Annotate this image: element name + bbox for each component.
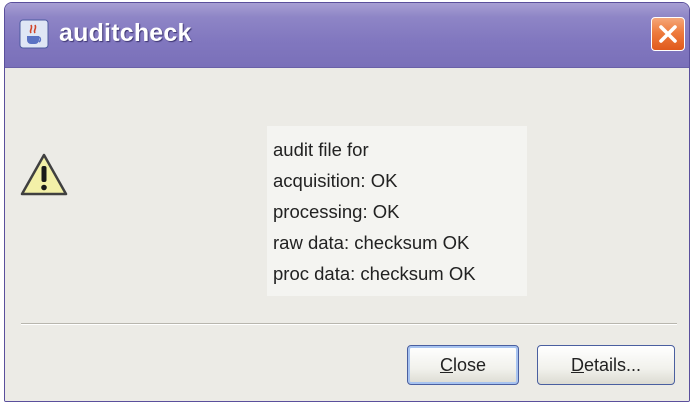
message-line: acquisition: OK	[273, 170, 398, 191]
close-label-rest: lose	[452, 355, 487, 375]
message-line: audit file for	[273, 139, 369, 160]
message-text: audit file for acquisition: OK processin…	[267, 126, 527, 296]
dialog-window: auditcheck audit file for acquisition: O…	[4, 2, 690, 402]
title-bar[interactable]: auditcheck	[5, 3, 689, 68]
warning-triangle-icon	[20, 153, 68, 196]
message-line: raw data: checksum OK	[273, 232, 470, 253]
details-button[interactable]: Details...	[537, 345, 675, 385]
window-title: auditcheck	[59, 19, 192, 47]
message-line: proc data: checksum OK	[273, 263, 476, 284]
details-mnemonic: D	[570, 355, 584, 375]
details-label-rest: etails...	[583, 355, 642, 375]
separator	[21, 323, 677, 325]
close-button[interactable]: Close	[407, 345, 519, 385]
java-cup-icon	[19, 19, 49, 49]
button-bar: Close Details...	[5, 326, 689, 401]
message-line: processing: OK	[273, 201, 400, 222]
dialog-content: audit file for acquisition: OK processin…	[5, 68, 689, 328]
window-close-button[interactable]	[651, 17, 685, 51]
close-x-icon	[659, 25, 677, 43]
close-mnemonic: C	[439, 355, 453, 375]
